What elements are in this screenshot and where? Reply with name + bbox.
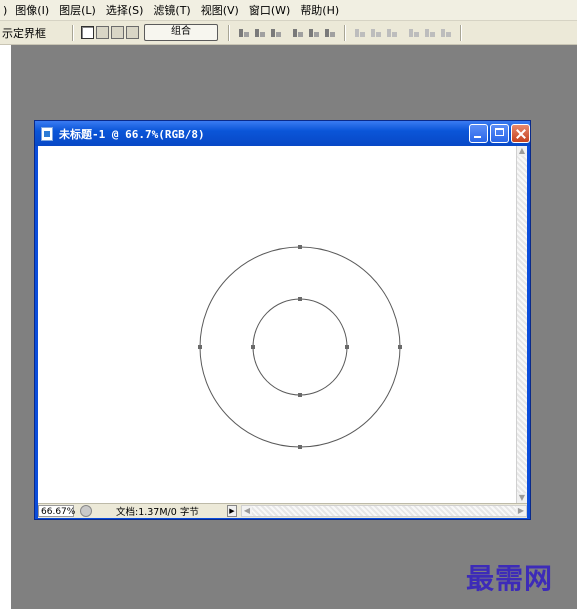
subtract-from-shape-area-icon[interactable] [96,26,109,39]
options-separator [228,24,230,41]
inner-circle-path [252,298,348,396]
status-info-icon[interactable] [80,505,92,517]
align-right-edges-icon[interactable] [324,27,336,39]
distribute-right-edges-icon[interactable] [440,27,452,39]
align-left-edges-icon[interactable] [292,27,304,39]
show-bounding-box-label[interactable]: 示定界框 [0,25,46,41]
zoom-level-field[interactable]: 66.67% [38,505,75,517]
combine-button[interactable]: 组合 [144,24,218,41]
vertical-scrollbar[interactable]: ▲ ▼ [516,146,527,503]
intersect-shape-areas-icon[interactable] [111,26,124,39]
document-title: 未标题-1 @ 66.7%(RGB/8) [59,127,205,141]
document-window: 未标题-1 @ 66.7%(RGB/8) ▲ ▼ 66.67% 文档:1.37M… [34,120,531,520]
anchor-point [298,245,302,249]
menu-item-select[interactable]: 选择(S) [101,2,149,18]
options-separator [344,24,346,41]
align-horizontal-centers-icon[interactable] [308,27,320,39]
document-titlebar[interactable]: 未标题-1 @ 66.7%(RGB/8) [35,121,530,146]
anchor-point [298,393,302,397]
anchor-point [198,345,202,349]
maximize-button[interactable] [490,124,509,143]
document-size-info: 文档:1.37M/0 字节 [116,507,199,518]
distribute-vertical-centers-icon[interactable] [370,27,382,39]
exclude-overlapping-shape-areas-icon[interactable] [126,26,139,39]
options-separator [72,24,74,41]
options-bar: 示定界框 组合 [0,21,577,45]
add-to-shape-area-icon[interactable] [81,26,94,39]
scroll-up-icon[interactable]: ▲ [517,146,527,156]
menu-bar: ) 图像(I) 图层(L) 选择(S) 滤镜(T) 视图(V) 窗口(W) 帮助… [0,0,577,21]
document-icon [41,126,53,141]
outer-circle-path [199,246,401,448]
scroll-down-icon[interactable]: ▼ [517,493,527,503]
menu-item-help[interactable]: 帮助(H) [295,2,344,18]
anchor-point [345,345,349,349]
menu-item-filter[interactable]: 滤镜(T) [148,2,195,18]
anchor-point [298,297,302,301]
anchor-point [298,445,302,449]
anchor-point [251,345,255,349]
distribute-horizontal-centers-icon[interactable] [424,27,436,39]
horizontal-scrollbar[interactable]: ◀ ▶ [241,505,527,517]
menu-item-image[interactable]: 图像(I) [10,2,54,18]
align-bottom-edges-icon[interactable] [270,27,282,39]
distribute-bottom-edges-icon[interactable] [386,27,398,39]
status-bar: 66.67% 文档:1.37M/0 字节 ▶ ◀ ▶ [38,503,527,518]
options-separator [460,24,462,41]
minimize-button[interactable] [469,124,488,143]
anchor-point [398,345,402,349]
scroll-left-icon[interactable]: ◀ [242,506,252,516]
menu-clipped-edge: ) [3,3,8,17]
document-canvas[interactable] [38,146,516,503]
scroll-right-icon[interactable]: ▶ [516,506,526,516]
menu-item-window[interactable]: 窗口(W) [244,2,295,18]
menu-item-layer[interactable]: 图层(L) [54,2,101,18]
status-menu-arrow-icon[interactable]: ▶ [227,505,237,517]
menu-item-view[interactable]: 视图(V) [196,2,244,18]
canvas-drawing [198,245,402,449]
anchor-points [198,245,402,449]
distribute-top-edges-icon[interactable] [354,27,366,39]
watermark-logo: 最需网 [466,562,554,595]
left-panel-edge [0,44,11,609]
align-vertical-centers-icon[interactable] [254,27,266,39]
align-top-edges-icon[interactable] [238,27,250,39]
distribute-left-edges-icon[interactable] [408,27,420,39]
close-button[interactable] [511,124,530,143]
